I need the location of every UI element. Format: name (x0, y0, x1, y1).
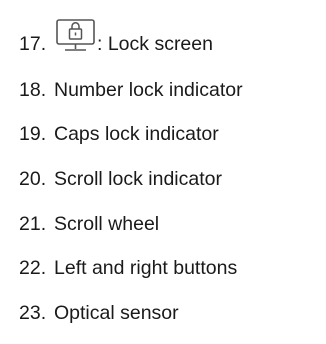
list-item-20: 20. Scroll lock indicator (19, 165, 222, 193)
list-item-18: 18. Number lock indicator (19, 76, 243, 104)
item-label: : Lock screen (97, 33, 213, 55)
monitor-lock-icon (55, 18, 97, 54)
item-label: Scroll wheel (54, 213, 160, 235)
item-number: 20. (19, 168, 47, 190)
item-number: 18. (19, 79, 47, 101)
list-item-21: 21. Scroll wheel (19, 210, 159, 238)
list-item-22: 22. Left and right buttons (19, 254, 237, 282)
item-label: Scroll lock indicator (54, 168, 222, 190)
list-item-17: 17. : Lock screen (19, 19, 213, 58)
item-number: 23. (19, 302, 47, 324)
list-item-23: 23. Optical sensor (19, 299, 179, 327)
item-number: 22. (19, 257, 47, 279)
item-number: 19. (19, 123, 47, 145)
item-number: 21. (19, 213, 47, 235)
item-label: Caps lock indicator (54, 123, 219, 145)
item-number: 17. (19, 33, 47, 55)
item-label: Left and right buttons (54, 257, 238, 279)
item-label: Number lock indicator (54, 79, 243, 101)
item-label: Optical sensor (54, 302, 179, 324)
list-item-19: 19. Caps lock indicator (19, 120, 219, 148)
